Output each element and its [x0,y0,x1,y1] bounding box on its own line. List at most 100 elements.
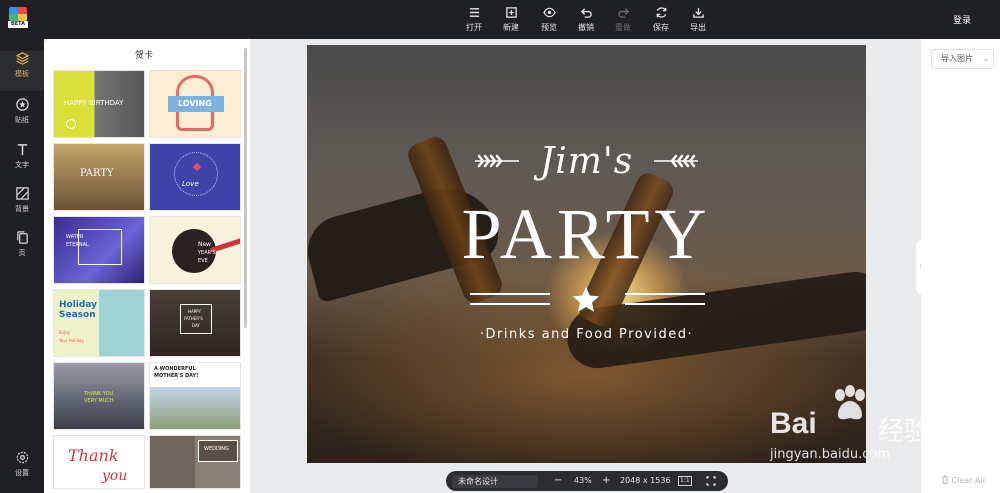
template-caption: Enjoy [59,330,70,335]
document-name-field[interactable]: 未命名设计 [452,475,538,488]
main-title[interactable]: PARTY [307,193,866,276]
import-image-label: 导入图片 [941,54,973,63]
panel-title: 贺卡 [134,51,153,61]
nav-stickers-label: 贴纸 [15,116,29,124]
template-thumbnail[interactable]: HAPPY FATHER'S DAY [149,289,241,357]
template-thumbnail[interactable]: Holiday Season Enjoy Your Holiday [53,289,145,357]
import-image-dropdown[interactable]: 导入图片 ⌄ [931,49,994,69]
watermark-url: jingyan.baidu.com [770,447,890,462]
template-caption: A WONDERFUL [154,366,196,372]
redo-label: 重做 [615,23,631,32]
nav-pages[interactable]: 页 [0,230,44,270]
preview-button[interactable]: 预览 [531,6,567,36]
nav-background[interactable]: 背景 [0,186,44,226]
watermark-text: Bai [770,407,817,440]
template-caption: THANK YOU [84,391,114,397]
star-icon [573,287,599,312]
template-caption: Your Holiday [59,338,84,343]
nav-templates[interactable]: 模板 [0,51,44,91]
trash-icon [942,475,948,484]
zoom-level: 43% [574,476,592,485]
template-caption: WEDDING [204,446,229,452]
menu-icon [469,8,479,17]
template-thumbnail[interactable]: Love [149,143,241,211]
open-button[interactable]: 打开 [456,6,492,36]
template-thumbnail[interactable]: A WONDERFUL MOTHER'S DAY! [149,362,241,430]
template-thumbnail[interactable]: LOVING [149,70,241,138]
canvas-status-bar: 未命名设计 − 43% + 2048 x 1536 1:1 [446,471,728,491]
template-caption: LOVING [178,99,212,108]
template-caption: Holiday [59,300,97,310]
preview-label: 预览 [541,23,557,32]
template-thumbnail[interactable]: PARTY [53,143,145,211]
template-caption: HAPPY BIRTHDAY [64,99,124,107]
nav-text[interactable]: 文字 [0,142,44,182]
zoom-in-button[interactable]: + [602,474,610,488]
template-caption: WATER [66,234,84,240]
divider-line [625,293,705,295]
nav-settings[interactable]: 设置 [0,450,44,490]
template-thumbnail[interactable]: THANK YOU VERY MUCH [53,362,145,430]
open-label: 打开 [466,23,482,32]
template-caption: EVE [198,258,208,264]
template-caption: HAPPY [188,309,201,314]
template-thumbnail[interactable]: WATER ETERNAL [53,216,145,284]
fullscreen-icon[interactable] [706,476,716,486]
divider-line [470,293,550,295]
undo-button[interactable]: 撤销 [568,6,604,36]
nav-templates-label: 模板 [15,70,29,78]
save-button[interactable]: 保存 [643,6,679,36]
login-link[interactable]: 登录 [953,13,971,26]
template-caption: FATHER'S [184,316,203,321]
paw-icon [835,385,865,420]
new-button[interactable]: 新建 [493,6,529,36]
undo-icon [580,8,592,18]
actual-size-button[interactable]: 1:1 [678,476,692,486]
top-toolbar: BETA 打开 新建 预览 撤销 重做 保存 导出 登录 [0,0,1000,39]
clear-all-button[interactable]: Clear All [941,475,985,485]
template-caption: MOTHER'S DAY! [154,373,199,379]
divider-line [625,303,705,305]
refresh-icon [656,7,666,18]
settings-icon [16,451,28,464]
nav-text-label: 文字 [15,161,29,169]
nav-settings-label: 设置 [15,469,29,477]
side-navigation: 模板 贴纸 文字 背景 页 设置 [0,39,44,493]
template-thumbnail[interactable]: Thank you [53,435,145,489]
template-caption: VERY MUCH [84,398,114,404]
template-thumbnail[interactable]: HAPPY BIRTHDAY [53,70,145,138]
script-title[interactable]: Jim's [307,141,866,182]
export-label: 导出 [690,23,706,32]
subtitle[interactable]: ·Drinks and Food Provided· [307,327,866,342]
save-label: 保存 [653,23,669,32]
template-thumbnail[interactable]: New YEAR'S EVE [149,216,241,284]
template-caption: YEAR'S [198,250,216,256]
nav-background-label: 背景 [15,205,29,213]
right-panel: 导入图片 ⌄ Clear All [921,39,1000,493]
canvas-dimensions: 2048 x 1536 [620,476,671,485]
redo-icon [617,8,629,18]
nav-pages-label: 页 [18,249,26,257]
template-caption: ETERNAL [66,242,89,248]
template-caption: New [198,241,212,248]
app-logo[interactable]: BETA [8,7,28,29]
chevron-down-icon: ⌄ [982,54,989,63]
template-caption: Season [59,310,96,320]
export-icon [692,7,704,18]
template-thumbnail[interactable]: WEDDING [149,435,241,489]
export-button[interactable]: 导出 [680,6,716,36]
divider-line [470,303,550,305]
background-icon [15,187,29,200]
template-caption: Thank [68,446,119,465]
clear-all-label: Clear All [951,476,985,485]
redo-button[interactable]: 重做 [605,6,641,36]
new-file-icon [505,7,517,18]
template-caption: DAY [192,323,200,328]
zoom-out-button[interactable]: − [554,474,562,488]
nav-stickers[interactable]: 贴纸 [0,97,44,137]
template-caption: you [102,468,128,484]
undo-label: 撤销 [578,23,594,32]
panel-scrollbar[interactable] [244,48,247,328]
pages-icon [16,231,28,244]
template-caption: PARTY [80,168,114,179]
